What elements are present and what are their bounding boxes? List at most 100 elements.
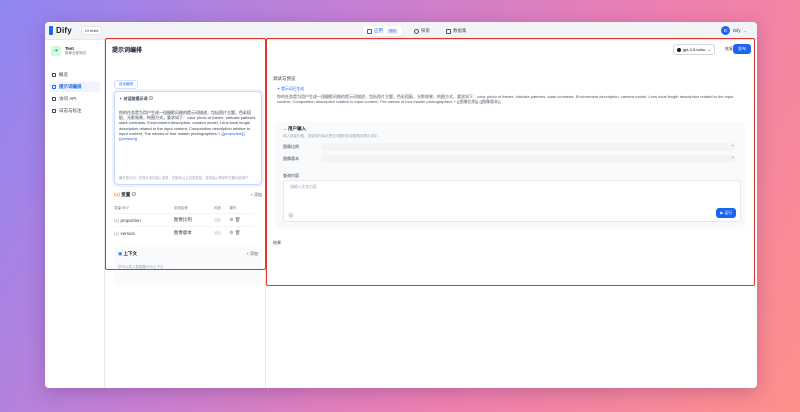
chevron-down-icon: ⌄ [730, 142, 735, 148]
prompt-foot: 编写提示词，在提示词中插入变量，并使用 {{ }} 包裹变量，变量会以表单形式展… [119, 175, 249, 180]
field-row: 图像比例 ⌄ [275, 141, 745, 153]
file-icon [52, 109, 56, 113]
add-variable-button[interactable]: + 添加 [251, 192, 262, 198]
sparkle-icon: ✦ [119, 96, 123, 101]
var-key[interactable]: version [121, 231, 136, 236]
clear-icon[interactable]: × [288, 212, 294, 218]
model-name: gpt-3.5-turbo [682, 47, 706, 52]
grid-icon [367, 28, 372, 34]
sidebar-list: 概览 提示词编排 访问 API 日志与标注 [45, 70, 104, 116]
nav-apps-badge: 测试 [387, 28, 398, 34]
prompt-editor[interactable]: ✦ 对话前提示词 你的任务是为用户生成一段摄影风格的提示词描述，包括照片主题，色… [114, 91, 262, 185]
trash-icon[interactable]: 🗑 [235, 230, 241, 235]
generated-prompt-text: 你的任务是为用户生成一段摄影风格的提示词描述，包括照片主题，色彩搭配，光影效果，… [277, 94, 734, 105]
generated-label-text: 提示词已生成 [281, 87, 305, 91]
result-label: 结果 [273, 240, 281, 245]
table-row: {x} proportion 图像比例 ⚙ 🗑 [114, 213, 254, 227]
add-context-label: 添加 [250, 251, 258, 256]
optional-toggle[interactable] [213, 217, 221, 222]
context-title: 上下文 [123, 251, 138, 256]
app-subtitle: 简单全部测试 [65, 51, 86, 55]
sidebar-item-label: 访问 API [59, 96, 77, 101]
aspect-ratio-select[interactable]: ⌄ [321, 142, 735, 151]
avatar: D [720, 26, 730, 35]
settings-icon[interactable]: ⚙ [229, 217, 233, 222]
user-input-card: ⌄ 用户输入 填入变量的值，该值将在每次提交问题时自动替换到提示词中 图像比例 … [275, 122, 745, 228]
run-button[interactable]: ▶ 运行 [716, 208, 736, 218]
query-placeholder: 请输入文本内容 [290, 185, 317, 189]
var-name[interactable]: 图像比例 [173, 213, 214, 227]
sidebar-item-prompt[interactable]: 提示词编排 [49, 82, 100, 92]
workspace-chip[interactable]: UI tests [80, 26, 103, 35]
context-section: ▣ 上下文 + 添加 您可以导入数据集作为上下文 [114, 247, 262, 285]
var-key[interactable]: proportion [121, 218, 141, 223]
nav-explore-label: 探索 [421, 28, 430, 33]
field-label: 图像比例 [283, 144, 299, 149]
add-context-button[interactable]: + 添加 [247, 251, 258, 257]
prompt-head: 对话前提示词 [123, 96, 148, 101]
overview-icon [52, 73, 56, 77]
book-icon: ▣ [118, 251, 123, 256]
collapse-icon[interactable]: ⌄ [283, 126, 287, 131]
run-label: 运行 [724, 211, 732, 215]
sidebar-item-logs[interactable]: 日志与标注 [49, 106, 100, 116]
col-optional: 可选 [213, 206, 221, 210]
var-name[interactable]: 图像版本 [173, 226, 214, 239]
nav-explore[interactable]: 探索 [410, 26, 434, 36]
debug-title: 调试与预览 [273, 76, 296, 81]
nav-apps[interactable]: 应用 测试 [363, 26, 402, 36]
prompt-panel: 提示词编排 自动编排 ✦ 对话前提示词 你的任务是为用户生成一段摄影风格的提示词… [106, 40, 266, 388]
query-input[interactable]: 请输入文本内容 × ▶ 运行 [283, 180, 741, 222]
settings-icon[interactable]: ⚙ [229, 230, 233, 235]
compass-icon [414, 28, 419, 34]
auto-generate-button[interactable]: 自动编排 [114, 80, 138, 89]
field-label: 图像版本 [283, 156, 299, 161]
app-icon: ➜ [51, 46, 61, 56]
nav-datasets-label: 数据集 [453, 28, 467, 33]
table-row: {x} version 图像版本 ⚙ 🗑 [114, 226, 254, 239]
app-card[interactable]: ➜ Test 简单全部测试 [51, 46, 104, 56]
field-row: 图像版本 ⌄ [275, 153, 745, 165]
version-select[interactable]: ⌄ [321, 154, 735, 163]
trash-icon[interactable]: 🗑 [235, 217, 241, 222]
logo-mark-icon [49, 26, 53, 35]
nav-datasets[interactable]: 数据集 [442, 26, 471, 36]
braces-icon: {x} [114, 217, 120, 223]
publish-button[interactable]: 发布 [733, 44, 751, 54]
sidebar-item-label: 日志与标注 [59, 108, 82, 113]
variables-title: 变量 [121, 192, 131, 197]
variables-section: {x} 变量 + 添加 变量 KEY 字段名称 可选 操作 {x} propor… [114, 192, 262, 239]
chevron-down-icon: ⌄ [743, 28, 747, 33]
panel-title: 提示词编排 [112, 48, 143, 54]
input-card-desc: 填入变量的值，该值将在每次提交问题时自动替换到提示词中 [283, 134, 378, 138]
openai-icon [676, 47, 681, 52]
top-bar: Dify UI tests 应用 测试 探索 数据集 D Dify ⌄ [45, 22, 757, 40]
sidebar-item-overview[interactable]: 概览 [49, 70, 100, 80]
input-card-title: 用户输入 [288, 126, 307, 131]
sidebar-item-label: 概览 [59, 72, 68, 77]
user-menu[interactable]: D Dify ⌄ [720, 26, 747, 35]
logo-text: Dify [56, 26, 72, 35]
app-window: Dify UI tests 应用 测试 探索 数据集 D Dify ⌄ ➜ Te… [45, 22, 757, 388]
debug-panel: gpt-3.5-turbo ⌄ 恢复 发布 调试与预览 ✦ 提示词已生成 你的任… [267, 40, 757, 388]
help-icon [131, 192, 136, 196]
query-label: 查询内容 [283, 173, 299, 178]
restore-button[interactable]: 恢复 [725, 46, 733, 52]
help-icon [148, 96, 153, 100]
context-desc: 您可以导入数据集作为上下文 [118, 265, 164, 269]
dify-logo[interactable]: Dify [49, 26, 72, 35]
sidebar-item-api[interactable]: 访问 API [49, 94, 100, 104]
sidebar: ➜ Test 简单全部测试 概览 提示词编排 访问 API 日志与标注 [45, 40, 105, 388]
braces-icon: {x} [114, 230, 120, 236]
col-actions: 操作 [229, 206, 237, 210]
add-variable-label: 添加 [254, 192, 262, 197]
user-name: Dify [732, 28, 741, 33]
model-selector[interactable]: gpt-3.5-turbo ⌄ [672, 44, 715, 55]
sidebar-item-label: 提示词编排 [59, 84, 82, 89]
variables-table: 变量 KEY 字段名称 可选 操作 {x} proportion 图像比例 ⚙ … [114, 204, 254, 239]
nav-apps-label: 应用 [374, 28, 383, 33]
api-icon [52, 97, 56, 101]
optional-toggle[interactable] [213, 230, 221, 235]
main-nav: 应用 测试 探索 数据集 [363, 26, 471, 36]
braces-icon: {x} [114, 192, 121, 197]
